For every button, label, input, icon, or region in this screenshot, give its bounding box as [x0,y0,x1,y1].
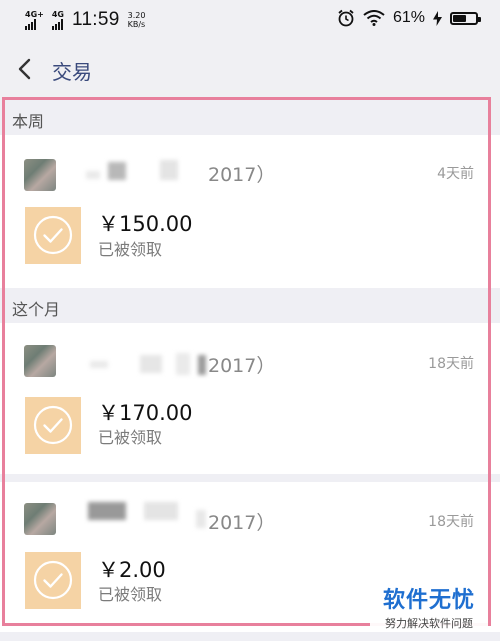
redacted-name-block [176,353,190,375]
network-speed: 3.20 KB/s [128,11,146,29]
section-header-this-month: 这个月 [0,289,500,323]
received-status-tile [25,397,81,454]
charging-icon [433,10,442,26]
transaction-amount: ￥170.00 [98,401,193,425]
speed-value: 3.20 [127,11,146,20]
sender-name: 2017） [208,355,276,377]
section-header-this-week: 本周 [0,101,500,135]
page-title: 交易 [52,60,92,84]
battery-icon [450,11,481,25]
card-header: 2017） 18天前 [0,323,500,395]
transaction-time: 18天前 [428,356,474,372]
section-label: 本周 [12,112,45,131]
transaction-status: 已被领取 [98,428,163,447]
battery-percent: 61% [392,9,425,26]
watermark-tagline: 努力解决软件问题 [385,617,473,630]
redacted-name-block [140,355,162,373]
status-left: 4G+ 4G 11:59 3.20 KB/s [25,9,145,31]
section-label: 这个月 [12,300,61,319]
wifi-icon [363,10,385,26]
transaction-status: 已被领取 [98,240,163,259]
received-status-tile [25,207,81,264]
check-circle-icon [33,215,73,255]
transaction-card[interactable]: 2017） 4天前 ￥150.00 已被领取 [0,135,500,288]
received-status-tile [25,552,81,609]
card-header: 2017） 18天前 [0,482,500,554]
transaction-time: 18天前 [428,514,474,530]
transaction-amount: ￥150.00 [98,212,193,236]
alarm-icon [338,9,354,27]
status-bar: 4G+ 4G 11:59 3.20 KB/s 61% [0,0,500,40]
status-right: 61% [337,9,481,27]
redacted-name-block [144,502,178,520]
network-type-label: 4G [51,10,64,19]
nav-bar: 交易 [0,40,500,100]
back-arrow-icon[interactable] [14,57,36,81]
transaction-status: 已被领取 [98,585,163,604]
sender-name: 2017） [208,512,276,534]
avatar [24,159,56,191]
speed-unit: KB/s [127,20,146,29]
redacted-name-block [88,502,126,520]
watermark-logo: 软件无忧 努力解决软件问题 [370,580,488,630]
network-type-label: 4G+ [25,10,44,19]
avatar [24,503,56,535]
redacted-name-block [198,355,206,375]
transaction-time: 4天前 [437,166,474,182]
signal-4g: 4G [51,10,64,30]
watermark-brand: 软件无忧 [382,588,475,613]
battery-level-fill [453,14,467,22]
check-circle-icon [33,405,73,445]
signal-4g-plus: 4G+ [25,10,44,30]
signal-bars-icon [51,19,63,30]
transaction-amount: ￥2.00 [98,558,166,582]
redacted-name-block [196,510,206,528]
check-circle-icon [33,560,73,600]
avatar [24,345,56,377]
signal-bars-icon [25,19,36,30]
redacted-name-block [160,160,178,180]
transaction-card[interactable]: 2017） 18天前 ￥170.00 已被领取 [0,323,500,474]
redacted-name-block [108,162,126,180]
card-header: 2017） 4天前 [0,135,500,207]
redacted-name-block [90,361,108,368]
status-time: 11:59 [71,9,120,30]
redacted-name-block [86,171,100,179]
sender-name: 2017） [208,164,276,186]
